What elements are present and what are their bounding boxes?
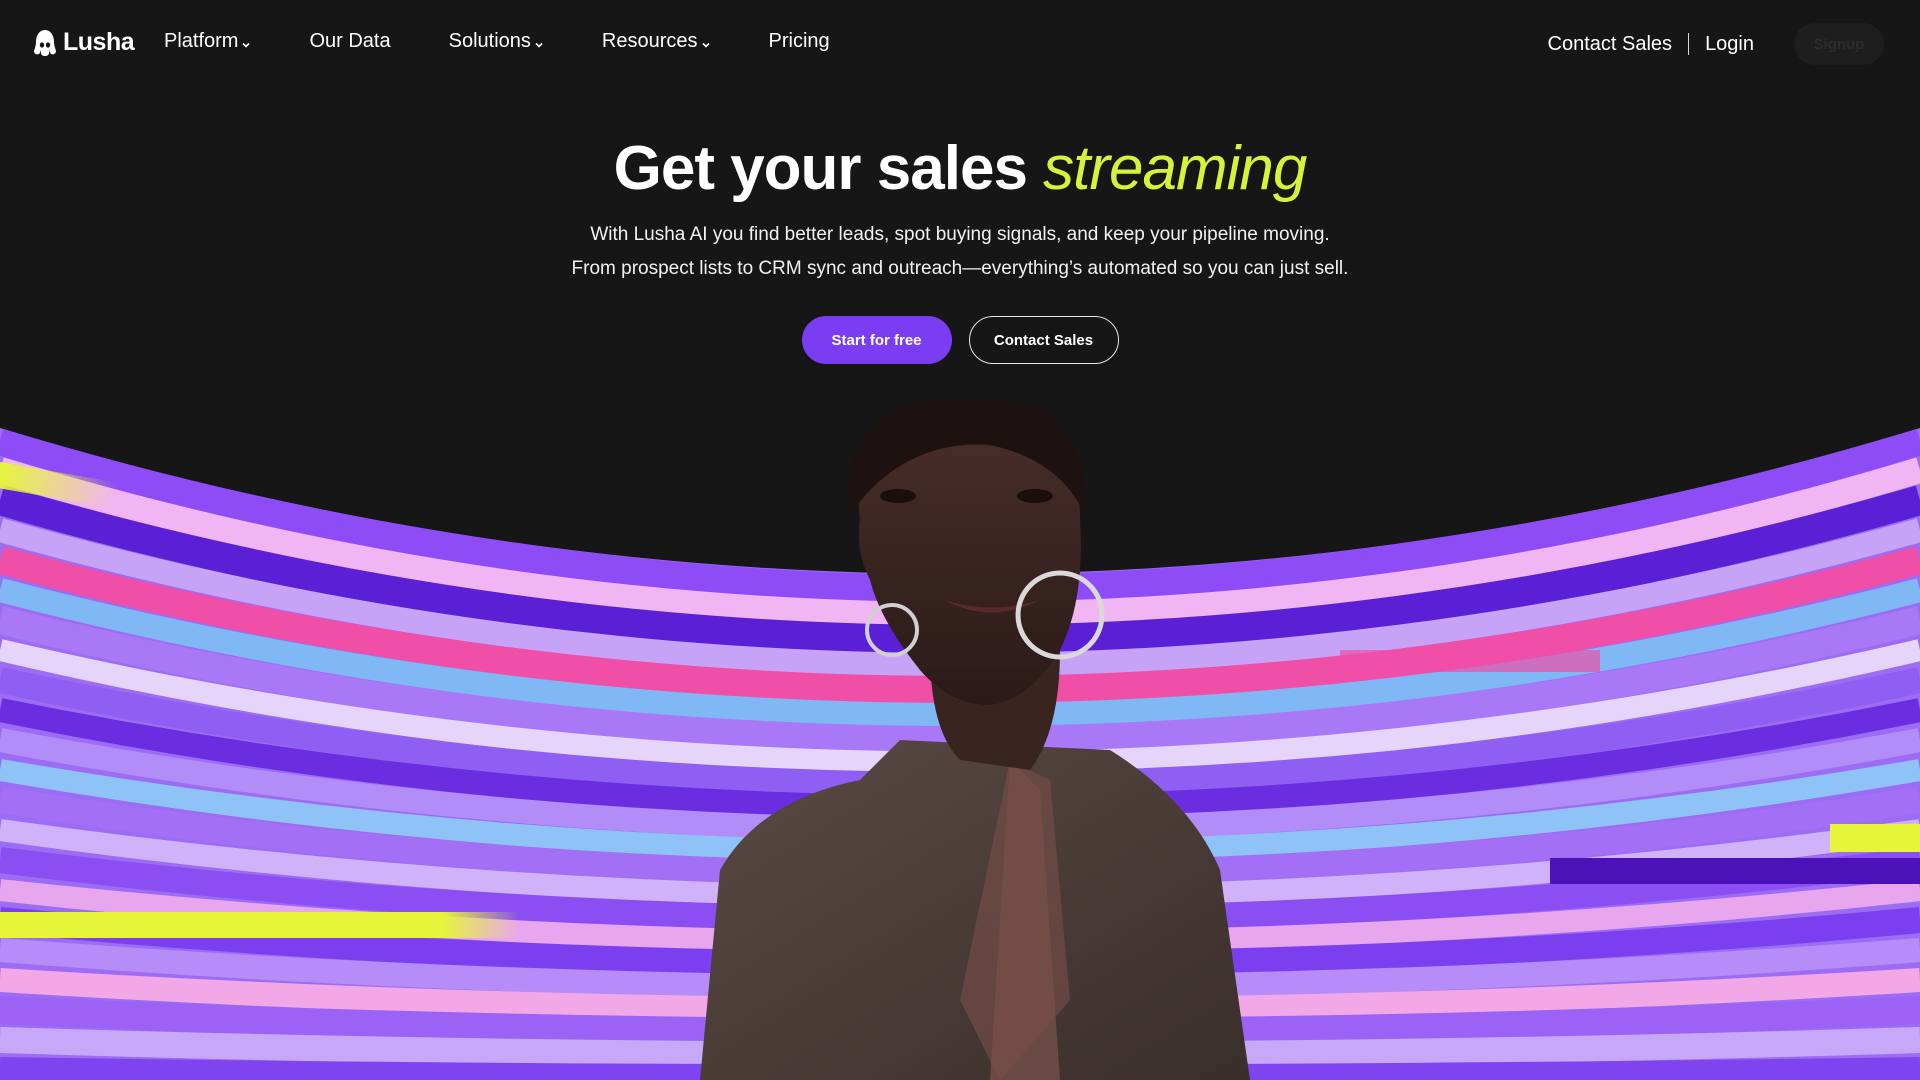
top-nav: Lusha Platform Our Data Solutions Resour… [0, 0, 1920, 92]
hero-subtitle: With Lusha AI you find better leads, spo… [0, 218, 1920, 286]
hero-subtitle-line-2: From prospect lists to CRM sync and outr… [571, 258, 1349, 279]
nav-item-label: Resources [601, 30, 698, 52]
nav-item-label: Solutions [448, 30, 531, 52]
hero-ctas: Start for free Contact Sales [0, 316, 1920, 364]
nav-item-platform[interactable]: Platform [164, 30, 251, 53]
signup-button[interactable]: Signup [1794, 23, 1884, 65]
nav-right: Contact Sales Login Signup [1548, 22, 1884, 66]
streaming-bands-graphic [0, 400, 1920, 1080]
start-for-free-button[interactable]: Start for free [801, 316, 952, 364]
hero-subtitle-line-1: With Lusha AI you find better leads, spo… [590, 224, 1330, 245]
nav-item-label: Platform [164, 30, 239, 52]
page: Lusha Platform Our Data Solutions Resour… [0, 0, 1920, 1080]
nav-divider [1688, 33, 1690, 55]
nav-item-label: Pricing [768, 30, 830, 52]
contact-sales-button[interactable]: Contact Sales [968, 316, 1119, 364]
chevron-down-icon [535, 42, 543, 48]
nav-item-our-data[interactable]: Our Data [309, 30, 390, 53]
hero: Get your sales streaming With Lusha AI y… [0, 128, 1920, 364]
hero-title-main: Get your sales [613, 134, 1028, 203]
nav-item-solutions[interactable]: Solutions [449, 30, 544, 53]
chevron-down-icon [242, 42, 251, 48]
nav-item-pricing[interactable]: Pricing [769, 30, 830, 53]
hero-title-accent: streaming [1043, 134, 1307, 203]
nav-item-resources[interactable]: Resources [602, 30, 711, 53]
contact-sales-link[interactable]: Contact Sales [1548, 33, 1673, 56]
nav-item-label: Our Data [309, 30, 391, 52]
nav-menu: Platform Our Data Solutions Resources Pr… [164, 30, 888, 53]
logo-text: Lusha [63, 28, 135, 56]
hero-title: Get your sales streaming [0, 128, 1920, 210]
logo[interactable]: Lusha [33, 28, 135, 57]
chevron-down-icon [701, 42, 710, 48]
hero-illustration [0, 400, 1920, 1080]
lusha-logo-icon [34, 29, 56, 56]
login-link[interactable]: Login [1705, 33, 1754, 56]
